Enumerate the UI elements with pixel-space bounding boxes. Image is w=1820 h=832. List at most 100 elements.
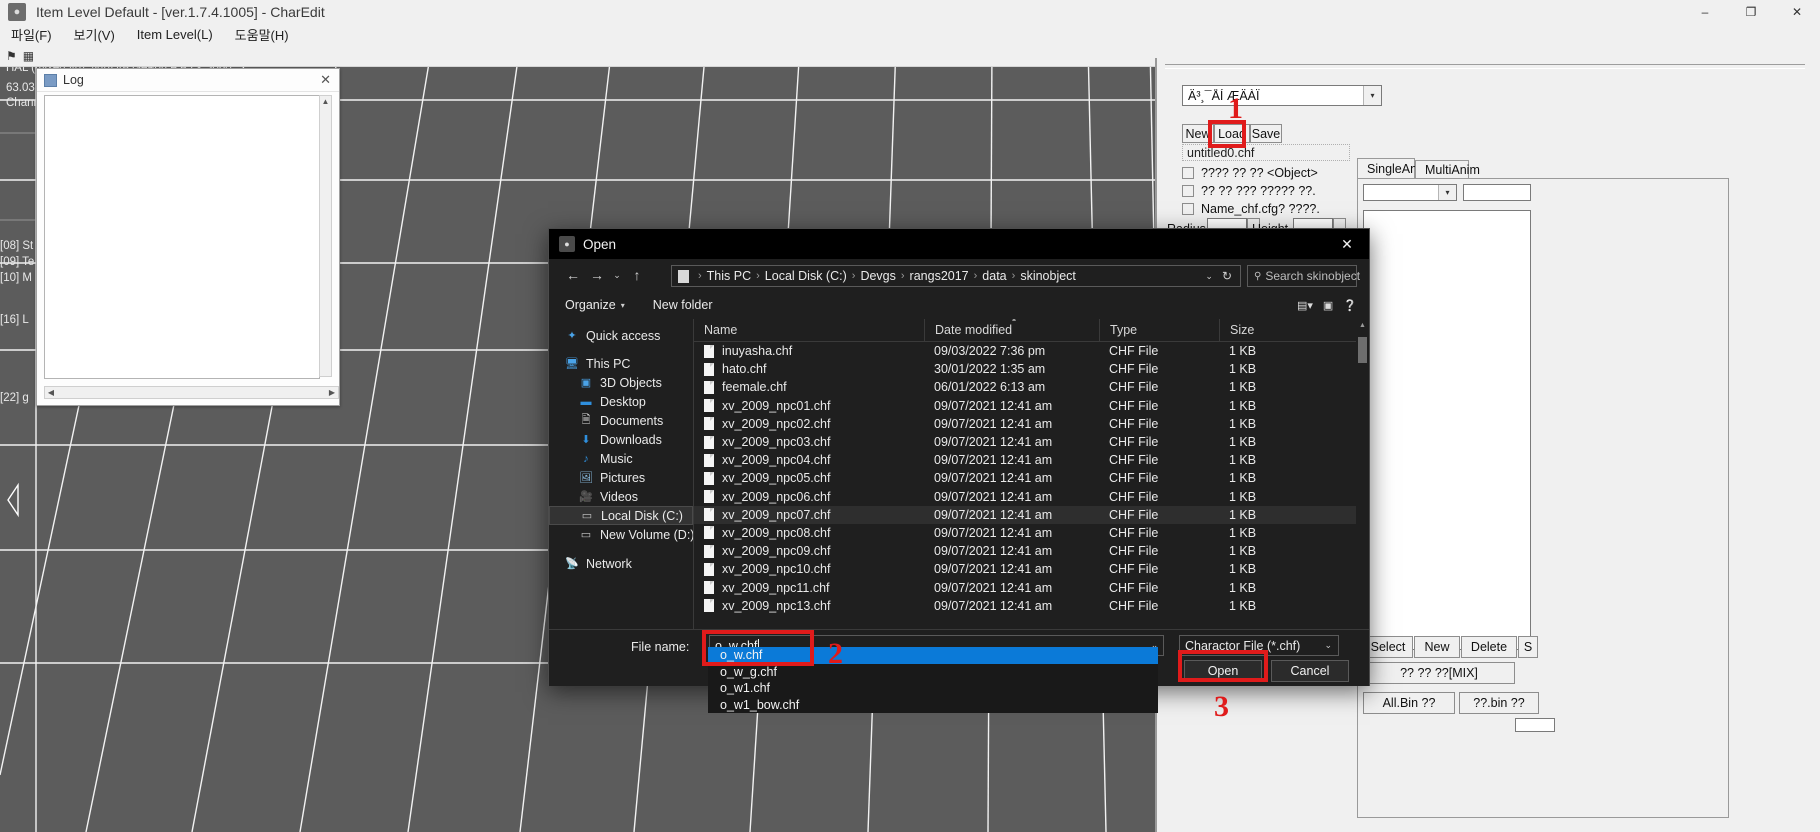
help-icon[interactable]: ❔ xyxy=(1343,299,1357,312)
misc-input[interactable] xyxy=(1515,718,1555,732)
column-header-name[interactable]: Name xyxy=(694,319,924,341)
table-row[interactable]: xv_2009_npc01.chf 09/07/2021 12:41 am CHF … xyxy=(694,397,1369,415)
checkbox-object[interactable] xyxy=(1182,167,1194,179)
sidebar-item-pictures[interactable]: 🖼 Pictures xyxy=(549,468,693,487)
file-name-cell[interactable]: xv_2009_npc06.chf xyxy=(694,490,924,504)
view-options[interactable]: ▤▾ ▣ ❔ xyxy=(1297,291,1369,319)
close-button[interactable]: ✕ xyxy=(1774,0,1820,24)
breadcrumb-root-icon[interactable] xyxy=(678,269,689,283)
tab-singleanim[interactable]: SingleAnim xyxy=(1357,158,1430,179)
dialog-close-button[interactable]: ✕ xyxy=(1325,229,1369,259)
file-name-cell[interactable]: xv_2009_npc13.chf xyxy=(694,599,924,613)
file-name-cell[interactable]: xv_2009_npc10.chf xyxy=(694,562,924,576)
anim-combo-chevron-down-icon[interactable]: ▾ xyxy=(1438,185,1456,200)
anim-name-input[interactable] xyxy=(1463,184,1531,201)
autocomplete-item[interactable]: o_w1_bow.chf xyxy=(708,696,1158,713)
log-horizontal-scrollbar[interactable]: ◀ ▶ xyxy=(44,386,339,399)
table-row[interactable]: xv_2009_npc03.chf 09/07/2021 12:41 am CHF … xyxy=(694,433,1369,451)
file-name-cell[interactable]: xv_2009_npc09.chf xyxy=(694,544,924,558)
allbin-button[interactable]: All.Bin ?? xyxy=(1363,692,1455,714)
sidebar-item-videos[interactable]: 🎥 Videos xyxy=(549,487,693,506)
file-rows-container[interactable]: inuyasha.chf 09/03/2022 7:36 pm CHF File 1 … xyxy=(694,342,1369,615)
mix-button[interactable]: ?? ?? ??[MIX] xyxy=(1363,662,1515,684)
column-header-type[interactable]: Type xyxy=(1099,319,1219,341)
table-row[interactable]: xv_2009_npc05.chf 09/07/2021 12:41 am CHF … xyxy=(694,469,1369,487)
sidebar-item-music[interactable]: ♪ Music xyxy=(549,449,693,468)
file-name-cell[interactable]: xv_2009_npc08.chf xyxy=(694,526,924,540)
view-pane-icon[interactable]: ▣ xyxy=(1323,299,1333,312)
cancel-button[interactable]: Cancel xyxy=(1271,660,1349,682)
file-name-cell[interactable]: xv_2009_npc07.chf xyxy=(694,508,924,522)
column-header-date[interactable]: Date modified ▴ xyxy=(924,319,1099,341)
file-list-scrollbar[interactable]: ▲ xyxy=(1356,319,1369,629)
autocomplete-item[interactable]: o_w1.chf xyxy=(708,680,1158,697)
column-header-size[interactable]: Size xyxy=(1219,319,1289,341)
sidebar-item-3d-objects[interactable]: ▣ 3D Objects xyxy=(549,373,693,392)
table-row[interactable]: xv_2009_npc09.chf 09/07/2021 12:41 am CHF … xyxy=(694,542,1369,560)
log-scroll-up-icon[interactable]: ▲ xyxy=(320,96,331,108)
table-row[interactable]: hato.chf 30/01/2022 1:35 am CHF File 1 KB xyxy=(694,360,1369,378)
type-combo[interactable]: Ä³¸¯ÅÍ ÆÄÀÏ ▾ xyxy=(1182,85,1382,106)
log-close-icon[interactable]: ✕ xyxy=(320,72,331,88)
anim-combo[interactable]: ▾ xyxy=(1363,184,1457,201)
grid-icon[interactable]: ▦ xyxy=(23,49,34,63)
anim-list[interactable] xyxy=(1363,210,1531,650)
file-list[interactable]: Name Date modified ▴ Type Size inuyasha.… xyxy=(694,319,1369,629)
log-scroll-left-icon[interactable]: ◀ xyxy=(45,387,57,398)
file-name-cell[interactable]: xv_2009_npc03.chf xyxy=(694,435,924,449)
checkbox-second[interactable] xyxy=(1182,185,1194,197)
menu-item-itemlevel[interactable]: Item Level(L) xyxy=(126,25,224,44)
file-name-cell[interactable]: feemale.chf xyxy=(694,380,924,394)
table-row[interactable]: xv_2009_npc10.chf 09/07/2021 12:41 am CHF … xyxy=(694,560,1369,578)
tab-multianim[interactable]: MultiAnim xyxy=(1415,160,1480,179)
pin-icon[interactable]: ⚑ xyxy=(6,49,17,63)
select-button[interactable]: Select xyxy=(1363,636,1413,658)
menu-bar[interactable]: 파일(F) 보기(V) Item Level(L) 도움말(H) xyxy=(0,24,1820,45)
view-list-icon[interactable]: ▤▾ xyxy=(1297,299,1313,312)
menu-item-file[interactable]: 파일(F) xyxy=(0,23,63,46)
checkbox-row-third[interactable]: Name_chf.cfg? ????. xyxy=(1182,202,1320,216)
anim-s-button[interactable]: S xyxy=(1518,636,1538,658)
breadcrumb-item-this-pc[interactable]: This PC xyxy=(707,269,751,283)
table-row[interactable]: xv_2009_npc04.chf 09/07/2021 12:41 am CHF … xyxy=(694,451,1369,469)
table-row[interactable]: xv_2009_npc07.chf 09/07/2021 12:41 am CHF … xyxy=(694,505,1369,524)
chevron-down-icon[interactable]: ▾ xyxy=(1363,86,1381,105)
organize-button[interactable]: Organize ▾ xyxy=(565,298,625,312)
maximize-button[interactable]: ❐ xyxy=(1728,0,1774,24)
anim-delete-button[interactable]: Delete xyxy=(1461,636,1517,658)
breadcrumb-item-rangs2017[interactable]: rangs2017 xyxy=(910,269,969,283)
menu-item-help[interactable]: 도움말(H) xyxy=(224,23,300,46)
command-bar[interactable]: Organize ▾ New folder xyxy=(549,291,1369,319)
breadcrumb-item-skinobject[interactable]: skinobject xyxy=(1020,269,1076,283)
search-input[interactable]: ⚲ Search skinobject xyxy=(1247,265,1360,287)
checkbox-row-second[interactable]: ?? ?? ??? ????? ??. xyxy=(1182,184,1316,198)
file-name-cell[interactable]: xv_2009_npc01.chf xyxy=(694,399,924,413)
log-text-area[interactable] xyxy=(44,95,320,379)
log-scroll-right-icon[interactable]: ▶ xyxy=(326,387,338,398)
sidebar-item-downloads[interactable]: ⬇ Downloads xyxy=(549,430,693,449)
sidebar-item-network[interactable]: 📡 Network xyxy=(549,554,693,573)
log-window[interactable]: Log ✕ ▲ ◀ ▶ xyxy=(36,68,340,406)
table-row[interactable]: xv_2009_npc11.chf 09/07/2021 12:41 am CHF … xyxy=(694,578,1369,596)
anim-new-button[interactable]: New xyxy=(1414,636,1460,658)
scroll-thumb[interactable] xyxy=(1358,337,1367,363)
table-row[interactable]: xv_2009_npc02.chf 09/07/2021 12:41 am CHF … xyxy=(694,415,1369,433)
breadcrumb-item-devgs[interactable]: Devgs xyxy=(860,269,895,283)
table-row[interactable]: feemale.chf 06/01/2022 6:13 am CHF File 1 K… xyxy=(694,378,1369,396)
chevron-down-icon[interactable]: ⌄ xyxy=(1198,271,1220,282)
places-sidebar[interactable]: ✦ Quick access 🖥 This PC ▣ 3D Objects ▬ … xyxy=(549,319,694,629)
sidebar-item-new-volume-d[interactable]: ▭ New Volume (D:) xyxy=(549,525,693,544)
breadcrumb-item-data[interactable]: data xyxy=(982,269,1006,283)
up-button[interactable]: ↑ xyxy=(625,263,649,287)
table-row[interactable]: xv_2009_npc13.chf 09/07/2021 12:41 am CHF … xyxy=(694,597,1369,615)
forward-button[interactable]: → xyxy=(585,263,609,287)
breadcrumb-item-local-disk[interactable]: Local Disk (C:) xyxy=(765,269,847,283)
file-name-cell[interactable]: xv_2009_npc11.chf xyxy=(694,581,924,595)
chevron-down-icon[interactable]: ⌄ xyxy=(1324,640,1338,651)
checkbox-row-object[interactable]: ???? ?? ?? <Object> xyxy=(1182,166,1318,180)
sidebar-item-documents[interactable]: 🗎 Documents xyxy=(549,411,693,430)
file-name-cell[interactable]: inuyasha.chf xyxy=(694,344,924,358)
checkbox-third[interactable] xyxy=(1182,203,1194,215)
new-folder-button[interactable]: New folder xyxy=(653,298,713,312)
sidebar-item-local-disk-c[interactable]: ▭ Local Disk (C:) xyxy=(549,506,693,525)
